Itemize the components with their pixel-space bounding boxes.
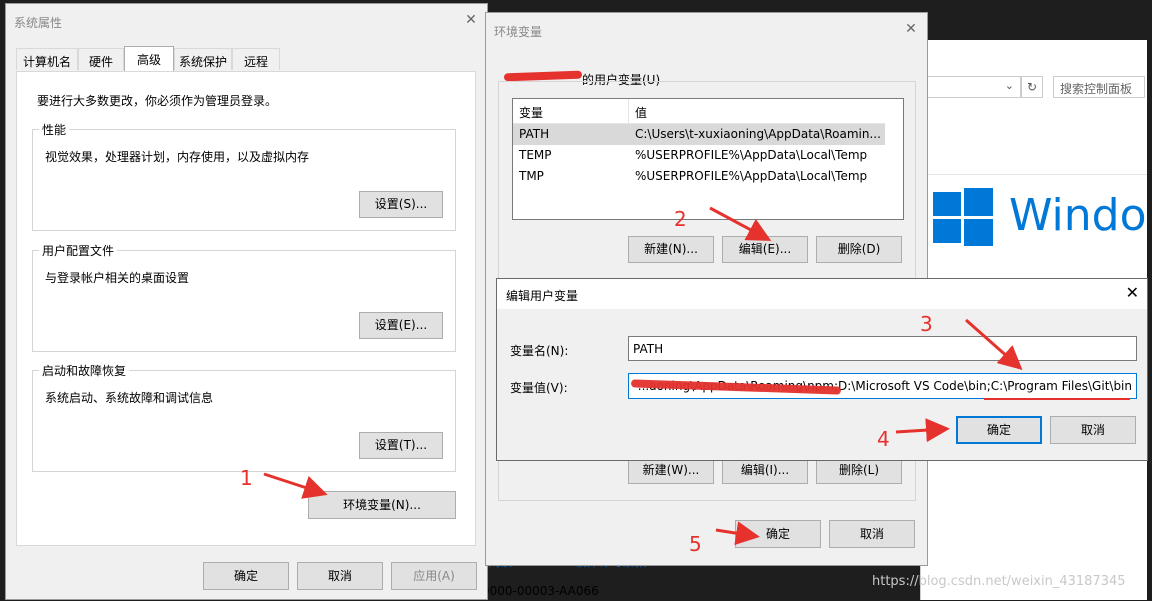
arrow-4	[895, 418, 950, 443]
annotation-arrows	[263, 206, 1023, 546]
arrow-2	[709, 206, 772, 241]
watermark: https://blog.csdn.net/weixin_43187345	[872, 574, 1126, 589]
arrow-5	[715, 521, 760, 546]
arrow-3	[965, 318, 1023, 370]
arrow-1	[263, 472, 328, 499]
